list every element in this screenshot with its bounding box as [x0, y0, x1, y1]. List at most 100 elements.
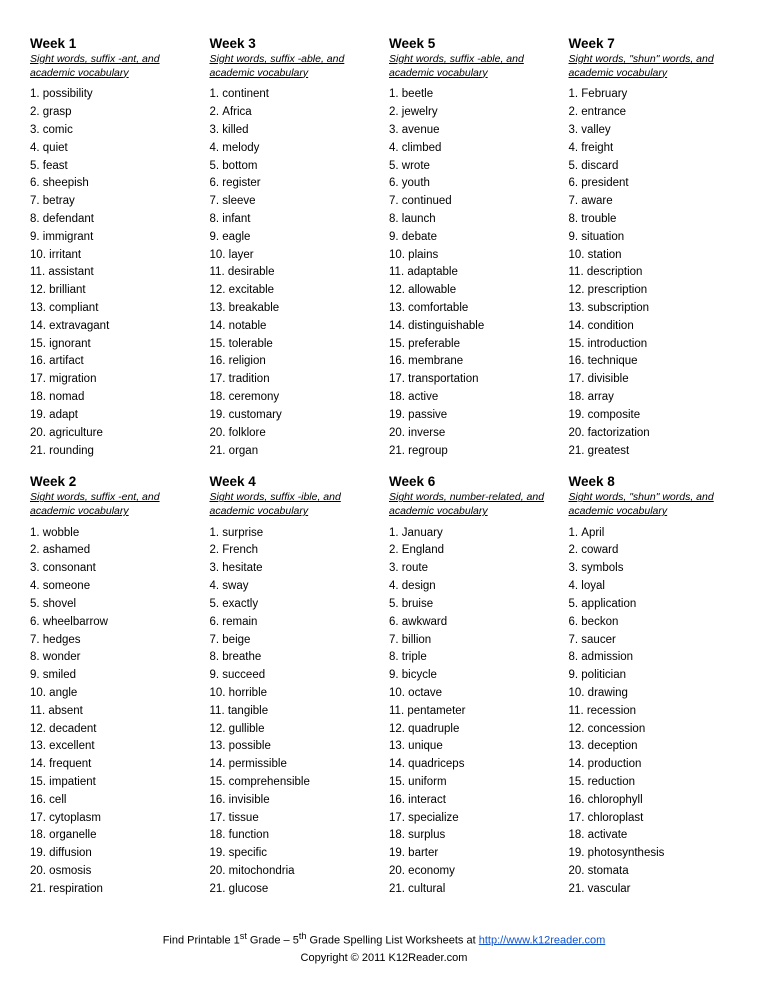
list-item: 11. desirable: [210, 264, 380, 282]
list-item: 14. condition: [569, 318, 739, 336]
list-item: 10. plains: [389, 247, 559, 265]
list-item: 15. uniform: [389, 774, 559, 792]
list-item: 11. recession: [569, 703, 739, 721]
week8-block: Week 8Sight words, "shun" words, and aca…: [569, 474, 739, 898]
list-item: 11. absent: [30, 703, 200, 721]
list-item: 15. ignorant: [30, 336, 200, 354]
week7-word-list: 1. February2. entrance3. valley4. freigh…: [569, 86, 739, 460]
list-item: 18. function: [210, 827, 380, 845]
list-item: 6. awkward: [389, 614, 559, 632]
list-item: 6. remain: [210, 614, 380, 632]
list-item: 10. layer: [210, 247, 380, 265]
list-item: 3. comic: [30, 122, 200, 140]
list-item: 15. tolerable: [210, 336, 380, 354]
list-item: 21. vascular: [569, 881, 739, 899]
list-item: 14. quadriceps: [389, 756, 559, 774]
weeks-grid: Week 1Sight words, suffix -ant, and acad…: [30, 36, 738, 913]
list-item: 5. bruise: [389, 596, 559, 614]
list-item: 5. exactly: [210, 596, 380, 614]
list-item: 6. sheepish: [30, 175, 200, 193]
list-item: 19. photosynthesis: [569, 845, 739, 863]
list-item: 1. wobble: [30, 525, 200, 543]
list-item: 20. mitochondria: [210, 863, 380, 881]
week3-block: Week 3Sight words, suffix -able, and aca…: [210, 36, 380, 460]
list-item: 2. Africa: [210, 104, 380, 122]
week3-title: Week 3: [210, 36, 380, 51]
list-item: 16. artifact: [30, 353, 200, 371]
week4-word-list: 1. surprise2. French3. hesitate4. sway5.…: [210, 525, 380, 899]
list-item: 12. excitable: [210, 282, 380, 300]
list-item: 14. distinguishable: [389, 318, 559, 336]
list-item: 21. cultural: [389, 881, 559, 899]
list-item: 2. coward: [569, 542, 739, 560]
list-item: 17. transportation: [389, 371, 559, 389]
list-item: 16. invisible: [210, 792, 380, 810]
list-item: 4. quiet: [30, 140, 200, 158]
list-item: 4. melody: [210, 140, 380, 158]
list-item: 7. continued: [389, 193, 559, 211]
list-item: 3. route: [389, 560, 559, 578]
list-item: 16. religion: [210, 353, 380, 371]
list-item: 4. sway: [210, 578, 380, 596]
list-item: 8. infant: [210, 211, 380, 229]
list-item: 1. surprise: [210, 525, 380, 543]
week8-subtitle: Sight words, "shun" words, and academic …: [569, 491, 739, 518]
list-item: 16. chlorophyll: [569, 792, 739, 810]
list-item: 20. inverse: [389, 425, 559, 443]
list-item: 10. station: [569, 247, 739, 265]
list-item: 21. glucose: [210, 881, 380, 899]
list-item: 8. trouble: [569, 211, 739, 229]
list-item: 3. symbols: [569, 560, 739, 578]
list-item: 12. prescription: [569, 282, 739, 300]
list-item: 9. immigrant: [30, 229, 200, 247]
footer-link[interactable]: http://www.k12reader.com: [479, 934, 606, 946]
list-item: 21. greatest: [569, 443, 739, 461]
footer-line2: Copyright © 2011 K12Reader.com: [30, 950, 738, 968]
list-item: 1. April: [569, 525, 739, 543]
week6-word-list: 1. January2. England3. route4. design5. …: [389, 525, 559, 899]
list-item: 11. pentameter: [389, 703, 559, 721]
list-item: 7. betray: [30, 193, 200, 211]
list-item: 10. octave: [389, 685, 559, 703]
week5-subtitle: Sight words, suffix -able, and academic …: [389, 53, 559, 80]
list-item: 18. ceremony: [210, 389, 380, 407]
list-item: 16. cell: [30, 792, 200, 810]
list-item: 4. design: [389, 578, 559, 596]
list-item: 15. introduction: [569, 336, 739, 354]
week6-title: Week 6: [389, 474, 559, 489]
list-item: 12. allowable: [389, 282, 559, 300]
list-item: 16. interact: [389, 792, 559, 810]
list-item: 12. brilliant: [30, 282, 200, 300]
list-item: 5. feast: [30, 158, 200, 176]
week5-block: Week 5 Sight words, suffix -able, and aca…: [389, 36, 559, 460]
list-item: 7. billion: [389, 632, 559, 650]
list-item: 7. beige: [210, 632, 380, 650]
week5-word-list: 1. beetle2. jewelry3. avenue4. climbed5.…: [389, 86, 559, 460]
list-item: 19. specific: [210, 845, 380, 863]
footer-line1: Find Printable 1st Grade – 5th Grade Spe…: [30, 929, 738, 950]
list-item: 12. gullible: [210, 721, 380, 739]
list-item: 10. irritant: [30, 247, 200, 265]
list-item: 15. comprehensible: [210, 774, 380, 792]
list-item: 13. possible: [210, 738, 380, 756]
footer-sup2: th: [299, 931, 307, 941]
list-item: 5. discard: [569, 158, 739, 176]
list-item: 19. adapt: [30, 407, 200, 425]
list-item: 3. avenue: [389, 122, 559, 140]
list-item: 13. excellent: [30, 738, 200, 756]
week4-subtitle: Sight words, suffix -ible, and academic …: [210, 491, 380, 518]
list-item: 13. unique: [389, 738, 559, 756]
week1-block: Week 1Sight words, suffix -ant, and acad…: [30, 36, 200, 460]
list-item: 8. wonder: [30, 649, 200, 667]
list-item: 2. ashamed: [30, 542, 200, 560]
list-item: 6. president: [569, 175, 739, 193]
list-item: 5. wrote: [389, 158, 559, 176]
list-item: 19. composite: [569, 407, 739, 425]
list-item: 1. possibility: [30, 86, 200, 104]
list-item: 12. decadent: [30, 721, 200, 739]
list-item: 8. triple: [389, 649, 559, 667]
week5-title: Week 5: [389, 36, 559, 51]
footer-text-pre: Find Printable 1: [163, 934, 240, 946]
list-item: 18. nomad: [30, 389, 200, 407]
list-item: 5. shovel: [30, 596, 200, 614]
